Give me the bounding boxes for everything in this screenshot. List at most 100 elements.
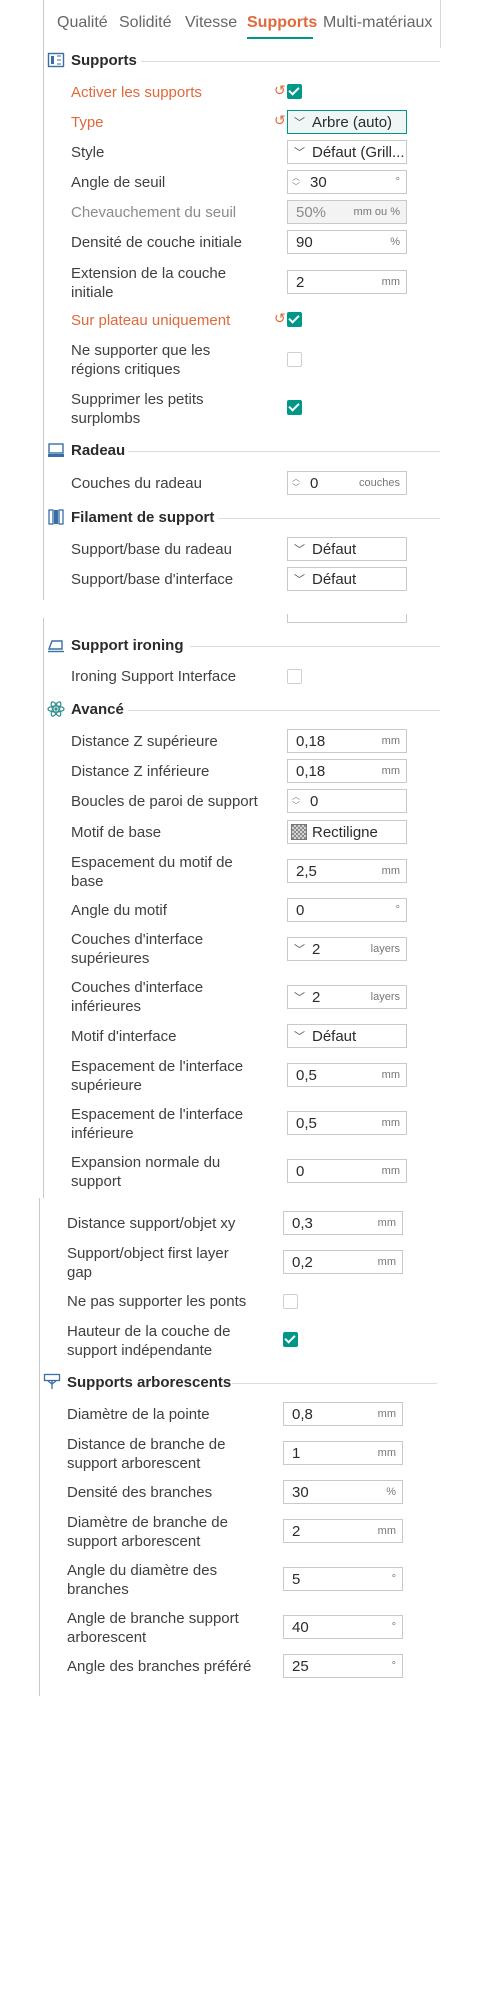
bottom-z-distance-label: Distance Z inférieure (71, 763, 210, 780)
label-line: initiale (71, 284, 114, 301)
section-title-support-ironing: Support ironing (71, 636, 184, 654)
branch-density-input[interactable]: 30 % (283, 1480, 403, 1504)
base-pattern-spacing-input[interactable]: 2,5 mm (287, 859, 407, 883)
section-title-support-filament: Filament de support (71, 508, 215, 526)
first-layer-gap-label: Support/object first layer gap (67, 1244, 229, 1282)
raft-base-filament-dropdown[interactable]: ﹀ Défaut (287, 537, 407, 561)
section-divider (218, 518, 440, 519)
label-line: supérieures (71, 950, 150, 967)
enable-supports-label: Activer les supports (71, 84, 202, 101)
branch-angle-input[interactable]: 40 ° (283, 1615, 403, 1639)
rectilinear-pattern-icon (290, 823, 308, 841)
supports-icon (47, 51, 65, 69)
enable-supports-checkbox[interactable] (287, 84, 302, 99)
tip-diameter-label: Diamètre de la pointe (67, 1406, 210, 1423)
label-line: branches (67, 1581, 129, 1598)
tab-strength[interactable]: Solidité (119, 14, 171, 32)
initial-layer-extension-input[interactable]: 2 mm (287, 270, 407, 294)
branch-angle-label: Angle de branche support arborescent (67, 1609, 239, 1647)
top-interface-spacing-label: Espacement de l'interface supérieure (71, 1057, 243, 1095)
section-divider (128, 451, 440, 452)
pattern-angle-label: Angle du motif (71, 902, 167, 919)
top-z-distance-label: Distance Z supérieure (71, 733, 218, 750)
bottom-interface-layers-dropdown[interactable]: ﹀ 2 layers (287, 985, 407, 1009)
chevron-down-icon: ﹀ (294, 574, 305, 586)
independent-layer-height-checkbox[interactable] (283, 1332, 298, 1347)
reset-icon[interactable]: ↺ (274, 82, 286, 99)
spin-arrows-icon[interactable]: ︿ ﹀ (288, 474, 302, 492)
top-interface-layers-dropdown[interactable]: ﹀ 2 layers (287, 937, 407, 961)
iron-icon (47, 636, 65, 654)
first-layer-gap-input[interactable]: 0,2 mm (283, 1250, 403, 1274)
section-header-support-ironing: Support ironing (47, 636, 183, 654)
base-pattern-spacing-label: Espacement du motif de base (71, 853, 233, 891)
top-z-distance-input[interactable]: 0,18 mm (287, 729, 407, 753)
on-build-plate-checkbox[interactable] (287, 312, 302, 327)
xy-distance-input[interactable]: 0,3 mm (283, 1211, 403, 1235)
spin-arrows-icon[interactable]: ︿ ﹀ (288, 792, 302, 810)
ironing-support-interface-checkbox[interactable] (287, 669, 302, 684)
active-tab-indicator (247, 37, 313, 39)
chevron-down-icon: ﹀ (294, 944, 305, 956)
label-line: arborescent (67, 1629, 147, 1646)
bottom-z-distance-input[interactable]: 0,18 mm (287, 759, 407, 783)
raft-layers-input[interactable]: ︿ ﹀ 0 couches (287, 471, 407, 495)
no-bridges-checkbox[interactable] (283, 1294, 298, 1309)
branch-diameter-angle-input[interactable]: 5 ° (283, 1567, 403, 1591)
threshold-angle-input[interactable]: ︿ ﹀ 30 ° (287, 170, 407, 194)
independent-layer-height-label: Hauteur de la couche de support indépend… (67, 1322, 230, 1360)
normal-expansion-input[interactable]: 0 mm (287, 1159, 407, 1183)
section-divider (232, 1383, 437, 1384)
critical-regions-checkbox[interactable] (287, 352, 302, 367)
label-line: Espacement du motif de (71, 854, 233, 871)
support-style-dropdown[interactable]: ﹀ Défaut (Grill... (287, 140, 407, 164)
preferred-branch-angle-input[interactable]: 25 ° (283, 1654, 403, 1678)
pattern-angle-input[interactable]: 0 ° (287, 898, 407, 922)
threshold-overlap-label: Chevauchement du seuil (71, 204, 237, 221)
interface-pattern-dropdown[interactable]: ﹀ Défaut (287, 1024, 407, 1048)
initial-layer-density-input[interactable]: 90 % (287, 230, 407, 254)
label-line: support arborescent (67, 1455, 201, 1472)
preferred-branch-angle-label: Angle des branches préféré (67, 1658, 252, 1675)
label-line: support indépendante (67, 1342, 213, 1359)
tab-multi-material[interactable]: Multi-matériaux (323, 14, 432, 32)
branch-distance-input[interactable]: 1 mm (283, 1441, 403, 1465)
tip-diameter-input[interactable]: 0,8 mm (283, 1402, 403, 1426)
label-line: Supprimer les petits (71, 391, 204, 408)
branch-diameter-input[interactable]: 2 mm (283, 1519, 403, 1543)
filament-icon (47, 508, 65, 526)
label-line: régions critiques (71, 361, 181, 378)
interface-filament-label: Support/base d'interface (71, 571, 234, 588)
tab-quality[interactable]: Qualité (57, 14, 108, 32)
top-interface-spacing-input[interactable]: 0,5 mm (287, 1063, 407, 1087)
raft-base-filament-label: Support/base du radeau (71, 541, 232, 558)
section-header-raft: Radeau (47, 441, 125, 459)
interface-filament-dropdown[interactable]: ﹀ Défaut (287, 567, 407, 591)
panel-right-border (440, 0, 441, 48)
reset-icon[interactable]: ↺ (274, 112, 286, 129)
no-bridges-label: Ne pas supporter les ponts (67, 1293, 247, 1310)
support-type-dropdown[interactable]: ﹀ Arbre (auto) (287, 110, 407, 134)
section-header-tree-supports: Supports arborescents (43, 1373, 231, 1391)
label-line: support arborescent (67, 1533, 201, 1550)
label-line: Couches d'interface (71, 979, 204, 996)
tree-support-icon (43, 1373, 61, 1391)
chevron-down-icon: ﹀ (294, 147, 305, 159)
remove-small-overhangs-checkbox[interactable] (287, 400, 302, 415)
section-divider (128, 710, 440, 711)
label-line: Hauteur de la couche de (67, 1323, 231, 1340)
label-line: Angle du diamètre des (67, 1562, 218, 1579)
label-line: Expansion normale du (71, 1154, 221, 1171)
base-pattern-dropdown[interactable]: Rectiligne (287, 820, 407, 844)
support-wall-loops-input[interactable]: ︿ ﹀ 0 (287, 789, 407, 813)
tab-speed[interactable]: Vitesse (185, 14, 237, 32)
reset-icon[interactable]: ↺ (274, 310, 286, 327)
section-divider (141, 61, 440, 62)
section-title-advanced: Avancé (71, 700, 124, 718)
spin-arrows-icon[interactable]: ︿ ﹀ (288, 173, 302, 191)
bottom-interface-spacing-input[interactable]: 0,5 mm (287, 1111, 407, 1135)
tab-supports[interactable]: Supports (247, 14, 317, 32)
bottom-interface-layers-label: Couches d'interface inférieures (71, 978, 203, 1016)
critical-regions-label: Ne supporter que les régions critiques (71, 341, 210, 379)
section-header-supports: Supports (47, 51, 137, 69)
